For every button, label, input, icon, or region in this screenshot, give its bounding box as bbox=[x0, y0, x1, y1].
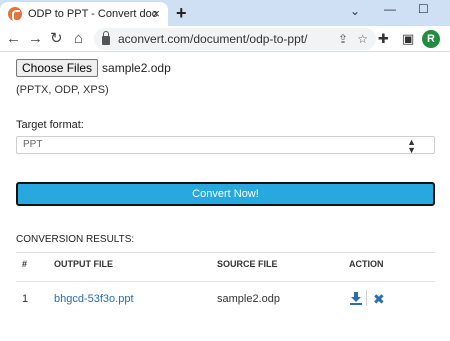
chevron-down-icon[interactable]: ⌄ bbox=[350, 4, 360, 18]
convert-now-button[interactable]: Convert Now! bbox=[16, 182, 435, 206]
results-title: CONVERSION RESULTS: bbox=[16, 234, 135, 245]
tab-strip: ODP to PPT - Convert document × + ⌄ — ☐ bbox=[0, 0, 450, 26]
choose-files-button[interactable]: Choose Files bbox=[16, 59, 99, 77]
download-icon[interactable] bbox=[349, 291, 363, 305]
star-icon[interactable]: ☆ bbox=[357, 32, 368, 46]
forward-icon[interactable]: → bbox=[28, 30, 43, 48]
source-file-name: sample2.odp bbox=[217, 293, 280, 305]
address-bar[interactable]: aconvert.com/document/odp-to-ppt/ ⇪ ☆ bbox=[94, 28, 376, 50]
col-header-action: ACTION bbox=[349, 259, 384, 269]
selected-file-name: sample2.odp bbox=[102, 61, 171, 75]
share-icon[interactable]: ⇪ bbox=[338, 32, 348, 46]
col-header-source: SOURCE FILE bbox=[217, 259, 278, 269]
output-file-link[interactable]: bhgcd-53f3o.ppt bbox=[54, 293, 134, 305]
supported-formats-note: (PPTX, ODP, XPS) bbox=[16, 84, 109, 96]
plus-icon[interactable]: + bbox=[176, 4, 187, 22]
target-format-value: PPT bbox=[23, 139, 43, 150]
target-format-label: Target format: bbox=[16, 119, 84, 131]
close-icon[interactable]: × bbox=[152, 7, 160, 21]
target-format-select[interactable]: PPT ▲ ▼ bbox=[16, 136, 435, 155]
avatar[interactable]: R bbox=[422, 30, 440, 48]
extensions-icon[interactable]: ✚ bbox=[378, 31, 389, 47]
col-header-index: # bbox=[22, 259, 28, 269]
back-icon[interactable]: ← bbox=[6, 30, 21, 48]
divider bbox=[366, 290, 367, 306]
url-text[interactable]: aconvert.com/document/odp-to-ppt/ bbox=[118, 32, 307, 46]
select-arrows-icon: ▲ ▼ bbox=[407, 137, 416, 155]
minimize-icon[interactable]: — bbox=[384, 2, 396, 16]
reload-icon[interactable]: ↻ bbox=[50, 30, 63, 48]
divider bbox=[16, 281, 435, 282]
tab-active[interactable]: ODP to PPT - Convert document × bbox=[0, 2, 168, 26]
divider bbox=[16, 252, 435, 253]
side-panel-icon[interactable]: ▣ bbox=[402, 31, 414, 47]
file-upload: Choose Files sample2.odp bbox=[16, 59, 171, 77]
delete-icon[interactable]: ✖ bbox=[373, 292, 385, 306]
home-icon[interactable]: ⌂ bbox=[74, 30, 83, 48]
lock-icon[interactable] bbox=[102, 31, 110, 45]
favicon-icon bbox=[8, 7, 22, 22]
col-header-output: OUTPUT FILE bbox=[54, 259, 113, 269]
browser-toolbar: ← → ↻ ⌂ aconvert.com/document/odp-to-ppt… bbox=[0, 26, 450, 52]
tab-title: ODP to PPT - Convert document bbox=[28, 8, 158, 20]
maximize-icon[interactable]: ☐ bbox=[418, 2, 429, 16]
row-index: 1 bbox=[22, 293, 29, 305]
